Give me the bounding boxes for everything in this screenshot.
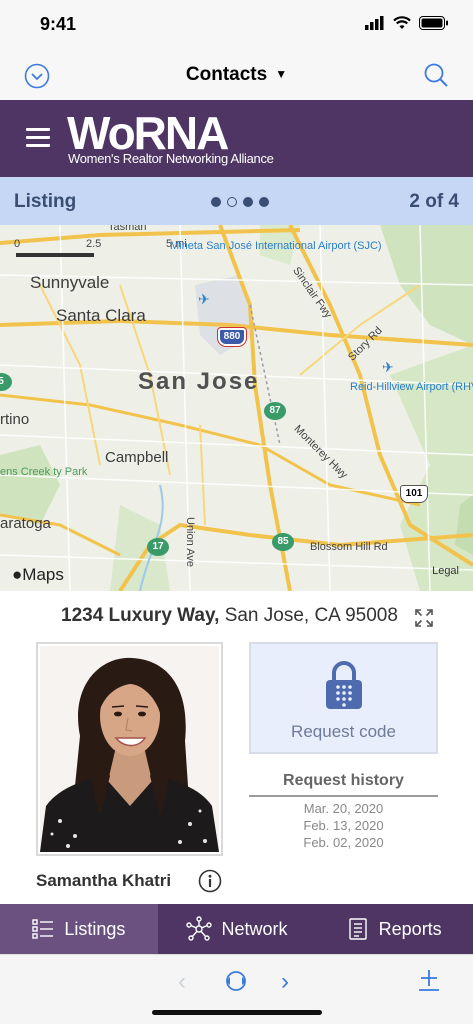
home-indicator bbox=[152, 1010, 322, 1015]
pager-dot-active[interactable] bbox=[227, 197, 237, 207]
expand-icon[interactable] bbox=[414, 608, 434, 628]
map-legal-link[interactable]: Legal bbox=[432, 565, 459, 577]
map-road-label: Blossom Hill Rd bbox=[310, 541, 388, 553]
address-city: San Jose, CA 95008 bbox=[224, 605, 398, 626]
map-scale-label: 0 bbox=[14, 238, 21, 250]
pager-dot[interactable] bbox=[243, 197, 253, 207]
listing-pager-bar: Listing 2 of 4 bbox=[0, 177, 473, 225]
refresh-icon[interactable] bbox=[224, 969, 248, 993]
map-scale-bar bbox=[16, 253, 94, 257]
info-icon[interactable] bbox=[198, 869, 222, 893]
nav-bar: Contacts ▼ bbox=[0, 50, 473, 100]
map-city-label: Sunnyvale bbox=[30, 273, 110, 292]
map-city-label: rtino bbox=[0, 411, 30, 428]
request-history-list: Mar. 20, 2020 Feb. 13, 2020 Feb. 02, 202… bbox=[249, 800, 438, 851]
tab-label: Network bbox=[221, 918, 288, 939]
request-code-button[interactable]: Request code bbox=[249, 642, 438, 754]
brand-subtitle: Women's Realtor Networking Alliance bbox=[68, 151, 274, 166]
listing-count: 2 of 4 bbox=[409, 191, 459, 212]
highway-shield: 17 bbox=[147, 538, 169, 556]
airport-icon: ✈ bbox=[382, 359, 394, 375]
highway-shield: 101 bbox=[400, 485, 428, 503]
status-bar: 9:41 bbox=[0, 0, 473, 50]
map-road-label: Union Ave bbox=[184, 517, 196, 567]
agent-photo-frame bbox=[36, 642, 223, 856]
tab-listings[interactable]: Listings bbox=[0, 904, 158, 954]
brand-header: WoRNA Women's Realtor Networking Allianc… bbox=[0, 100, 473, 177]
map-city-label: San Jose bbox=[138, 368, 260, 395]
airport-icon: ✈ bbox=[198, 291, 210, 307]
nav-title-dropdown[interactable]: Contacts ▼ bbox=[0, 64, 473, 86]
property-address: 1234 Luxury Way, San Jose, CA 95008 bbox=[61, 605, 398, 627]
search-icon[interactable] bbox=[423, 62, 449, 88]
agent-photo bbox=[40, 646, 219, 852]
tab-label: Listings bbox=[64, 918, 126, 939]
battery-icon bbox=[419, 16, 448, 30]
caret-down-icon: ▼ bbox=[275, 67, 288, 81]
signal-icon bbox=[365, 16, 384, 30]
map-airport-label: Reid-Hillview Airport (RHV) bbox=[350, 381, 473, 393]
add-icon[interactable] bbox=[418, 968, 440, 992]
browser-toolbar: ‹ › bbox=[0, 954, 473, 1024]
map-scale-label: 2.5 bbox=[86, 238, 102, 250]
menu-icon[interactable] bbox=[26, 128, 50, 148]
listing-label: Listing bbox=[14, 191, 77, 212]
divider bbox=[249, 795, 438, 797]
wifi-icon bbox=[393, 16, 411, 29]
map-road-label: Tasman bbox=[108, 225, 147, 233]
tab-network[interactable]: Network bbox=[158, 904, 316, 954]
map-city-label: Campbell bbox=[105, 449, 169, 466]
pager-dot[interactable] bbox=[211, 197, 221, 207]
history-item: Feb. 13, 2020 bbox=[303, 818, 384, 833]
request-code-label: Request code bbox=[291, 722, 396, 741]
highway-shield: 880 bbox=[217, 327, 247, 347]
bottom-tab-bar: Listings Network Reports bbox=[0, 904, 473, 954]
forward-chevron-icon[interactable]: › bbox=[281, 968, 289, 996]
map-city-label: aratoga bbox=[0, 515, 51, 532]
status-time: 9:41 bbox=[40, 14, 77, 34]
map-city-label: Santa Clara bbox=[56, 306, 146, 325]
request-history-title: Request history bbox=[283, 772, 404, 789]
pager-dot[interactable] bbox=[259, 197, 269, 207]
nav-title: Contacts bbox=[185, 64, 268, 85]
highway-shield: 85 bbox=[272, 533, 294, 551]
lock-keypad-icon bbox=[326, 661, 362, 709]
map-park-label: ens Creek ty Park bbox=[0, 466, 88, 478]
highway-shield: 87 bbox=[264, 402, 286, 420]
apple-logo-icon: ● bbox=[12, 565, 23, 584]
map-airport-label: Mineta San José International Airport (S… bbox=[170, 240, 382, 252]
history-item: Feb. 02, 2020 bbox=[303, 835, 384, 850]
map-view[interactable]: 0 2.5 5 mi Tasman Mineta San José Intern… bbox=[0, 225, 473, 591]
tab-reports[interactable]: Reports bbox=[315, 904, 473, 954]
apple-maps-logo: ●Maps bbox=[12, 565, 64, 584]
list-icon bbox=[32, 919, 54, 939]
agent-name: Samantha Khatri bbox=[36, 871, 172, 890]
history-item: Mar. 20, 2020 bbox=[303, 801, 384, 816]
address-street: 1234 Luxury Way, bbox=[61, 605, 220, 626]
tab-label: Reports bbox=[378, 918, 442, 939]
pager-dots[interactable] bbox=[211, 197, 269, 207]
report-icon bbox=[348, 918, 367, 940]
back-chevron-icon[interactable]: ‹ bbox=[178, 968, 186, 996]
network-icon bbox=[185, 916, 212, 941]
status-icons bbox=[365, 16, 449, 30]
